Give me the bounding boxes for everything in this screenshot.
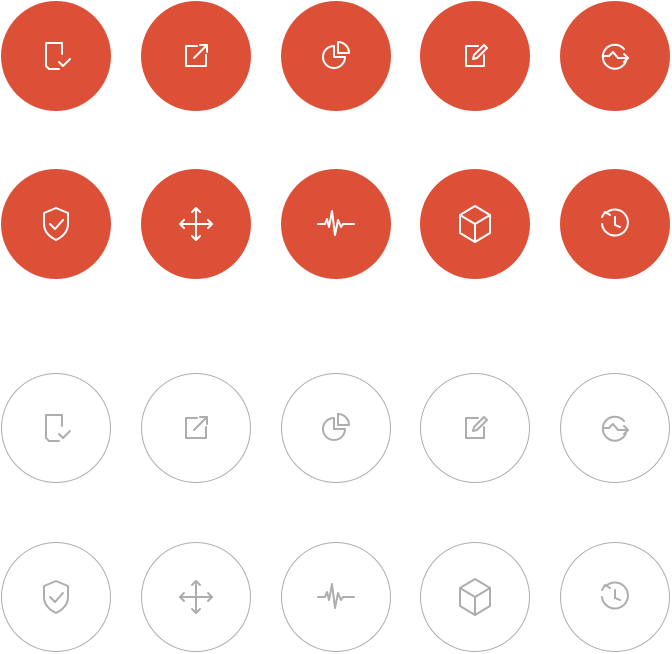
outline-icon-circle[interactable]	[141, 373, 251, 483]
outline-icon-circle[interactable]	[420, 373, 530, 483]
edit-square-icon	[465, 416, 488, 439]
pulse-wave-icon	[317, 210, 355, 236]
filled-icon-circle[interactable]	[1, 1, 111, 111]
document-check-icon	[45, 42, 71, 70]
outline-icon-circle[interactable]	[420, 542, 530, 652]
pie-chart-icon	[322, 41, 350, 69]
history-clock-icon	[601, 581, 629, 610]
shield-check-icon	[43, 580, 69, 614]
filled-icon-circle[interactable]	[560, 1, 670, 111]
move-arrows-icon	[179, 580, 213, 614]
outline-icon-circle[interactable]	[560, 542, 670, 652]
filled-icon-circle[interactable]	[1, 169, 111, 279]
outline-icon-circle[interactable]	[281, 542, 391, 652]
cube-icon	[459, 578, 491, 616]
filled-icon-circle[interactable]	[141, 169, 251, 279]
external-link-icon	[185, 44, 208, 67]
cube-icon	[459, 205, 491, 243]
filled-icon-circle[interactable]	[420, 169, 530, 279]
filled-icon-circle[interactable]	[281, 1, 391, 111]
outline-icon-circle[interactable]	[560, 373, 670, 483]
outline-icon-circle[interactable]	[281, 373, 391, 483]
outline-icon-circle[interactable]	[1, 373, 111, 483]
outline-icon-circle[interactable]	[1, 542, 111, 652]
shield-check-icon	[43, 207, 69, 241]
outline-icon-circle[interactable]	[141, 542, 251, 652]
filled-icon-circle[interactable]	[560, 169, 670, 279]
pulse-wave-icon	[317, 583, 355, 609]
document-check-icon	[45, 414, 71, 442]
external-link-icon	[185, 416, 208, 439]
transfer-arrow-icon	[601, 415, 629, 442]
move-arrows-icon	[179, 207, 213, 241]
history-clock-icon	[601, 208, 629, 237]
transfer-arrow-icon	[601, 43, 629, 70]
filled-icon-circle[interactable]	[420, 1, 530, 111]
filled-icon-circle[interactable]	[141, 1, 251, 111]
edit-square-icon	[465, 44, 488, 67]
pie-chart-icon	[322, 413, 350, 441]
filled-icon-circle[interactable]	[281, 169, 391, 279]
